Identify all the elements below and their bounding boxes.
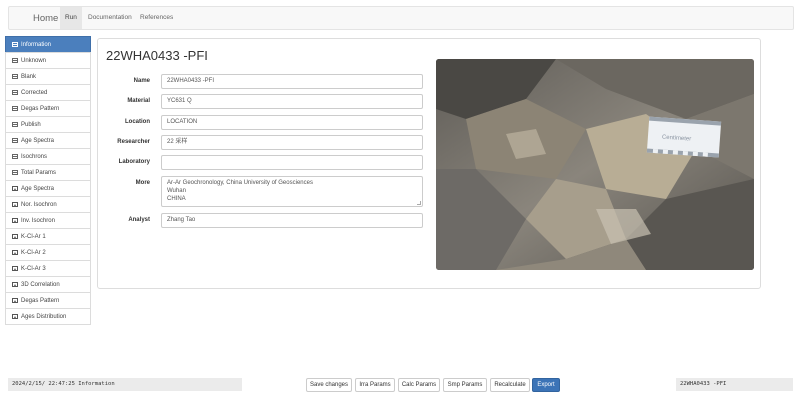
nav-run[interactable]: Run [60,7,82,29]
export-button[interactable]: Export [532,378,560,392]
sidebar-item-label: Age Spectra [21,185,55,192]
sidebar-item-label: Corrected [21,89,48,96]
sidebar-item-information[interactable]: Information [5,36,91,53]
sidebar-item-label: Blank [21,73,37,80]
sidebar-item-isochrons[interactable]: Isochrons [5,148,91,165]
sidebar-item-label: Degas Pattern [21,297,60,304]
table-icon [12,106,18,111]
sidebar-item-k-cl-ar-1[interactable]: K-Cl-Ar 1 [5,228,91,245]
image-icon [12,250,18,255]
sidebar-item-corrected[interactable]: Corrected [5,84,91,101]
nav-documentation[interactable]: Documentation [83,7,137,29]
image-icon [12,282,18,287]
sidebar-item-label: 3D Correlation [21,281,60,288]
image-icon [12,186,18,191]
sidebar-item-label: Ages Distribution [21,313,67,320]
sidebar-item-age-spectra-plot[interactable]: Age Spectra [5,180,91,197]
researcher-field[interactable]: 22 采样 [161,135,423,150]
sidebar-item-degas-pattern-table[interactable]: Degas Pattern [5,100,91,117]
table-icon [12,90,18,95]
sample-photo: Centimeter [436,59,754,270]
information-panel: 22WHA0433 -PFI Name 22WHA0433 -PFI Mater… [97,38,761,289]
table-icon [12,42,18,47]
name-field[interactable]: 22WHA0433 -PFI [161,74,423,89]
sidebar-item-publish[interactable]: Publish [5,116,91,133]
sidebar: Information Unknown Blank Corrected Dega… [5,36,91,325]
location-field[interactable]: LOCATION [161,115,423,130]
sidebar-item-label: K-Cl-Ar 2 [21,249,46,256]
table-icon [12,58,18,63]
more-textarea[interactable]: Ar-Ar Geochronology, China University of… [161,176,423,207]
sidebar-item-unknown[interactable]: Unknown [5,52,91,69]
status-log: 2024/2/15/ 22:47:25 Information [8,378,242,391]
sample-title: 22WHA0433 -PFI [106,48,208,63]
table-icon [12,154,18,159]
smp-params-button[interactable]: Smp Params [443,378,487,392]
scale-card: Centimeter [646,116,722,158]
material-field[interactable]: YC631 Q [161,94,423,109]
sidebar-item-label: Nor. Isochron [21,201,57,208]
sidebar-item-label: Isochrons [21,153,48,160]
more-label: More [135,180,150,186]
sidebar-item-label: Age Spectra [21,137,55,144]
image-icon [12,298,18,303]
current-sample-indicator: 22WHA0433 -PFI [676,378,793,391]
sidebar-item-3d-correlation[interactable]: 3D Correlation [5,276,91,293]
sidebar-item-blank[interactable]: Blank [5,68,91,85]
nav-references[interactable]: References [135,7,178,29]
image-icon [12,218,18,223]
sidebar-item-nor-isochron[interactable]: Nor. Isochron [5,196,91,213]
top-navbar: Home Run Documentation References [8,6,794,30]
sidebar-item-label: Inv. Isochron [21,217,55,224]
sidebar-item-label: Degas Pattern [21,105,60,112]
sidebar-item-label: Information [21,41,52,48]
location-label: Location [125,119,150,125]
more-text: Ar-Ar Geochronology, China University of… [167,180,313,202]
home-link[interactable]: Home [33,13,58,24]
sidebar-item-k-cl-ar-2[interactable]: K-Cl-Ar 2 [5,244,91,261]
sidebar-item-degas-pattern-plot[interactable]: Degas Pattern [5,292,91,309]
recalculate-button[interactable]: Recalculate [490,378,530,392]
table-icon [12,138,18,143]
sidebar-item-age-spectra-table[interactable]: Age Spectra [5,132,91,149]
image-icon [12,202,18,207]
save-changes-button[interactable]: Save changes [306,378,352,392]
laboratory-label: Laboratory [118,159,150,165]
irra-params-button[interactable]: Irra Params [355,378,395,392]
image-icon [12,234,18,239]
resize-grip-icon[interactable] [417,201,421,205]
sidebar-item-ages-distribution[interactable]: Ages Distribution [5,308,91,325]
laboratory-field[interactable] [161,155,423,170]
sidebar-item-k-cl-ar-3[interactable]: K-Cl-Ar 3 [5,260,91,277]
sidebar-item-label: Unknown [21,57,47,64]
table-icon [12,170,18,175]
analyst-field[interactable]: Zhang Tao [161,213,423,228]
name-label: Name [133,78,150,84]
analyst-label: Analyst [128,217,150,223]
material-label: Material [127,98,150,104]
sidebar-item-label: K-Cl-Ar 1 [21,233,46,240]
sidebar-item-label: Total Params [21,169,57,176]
calc-params-button[interactable]: Calc Params [398,378,440,392]
sidebar-item-label: Publish [21,121,41,128]
researcher-label: Researcher [117,139,150,145]
image-icon [12,266,18,271]
image-icon [12,314,18,319]
table-icon [12,122,18,127]
table-icon [12,74,18,79]
sidebar-item-label: K-Cl-Ar 3 [21,265,46,272]
sidebar-item-total-params[interactable]: Total Params [5,164,91,181]
sidebar-item-inv-isochron[interactable]: Inv. Isochron [5,212,91,229]
rock-outcrop-image: Centimeter [436,59,754,270]
